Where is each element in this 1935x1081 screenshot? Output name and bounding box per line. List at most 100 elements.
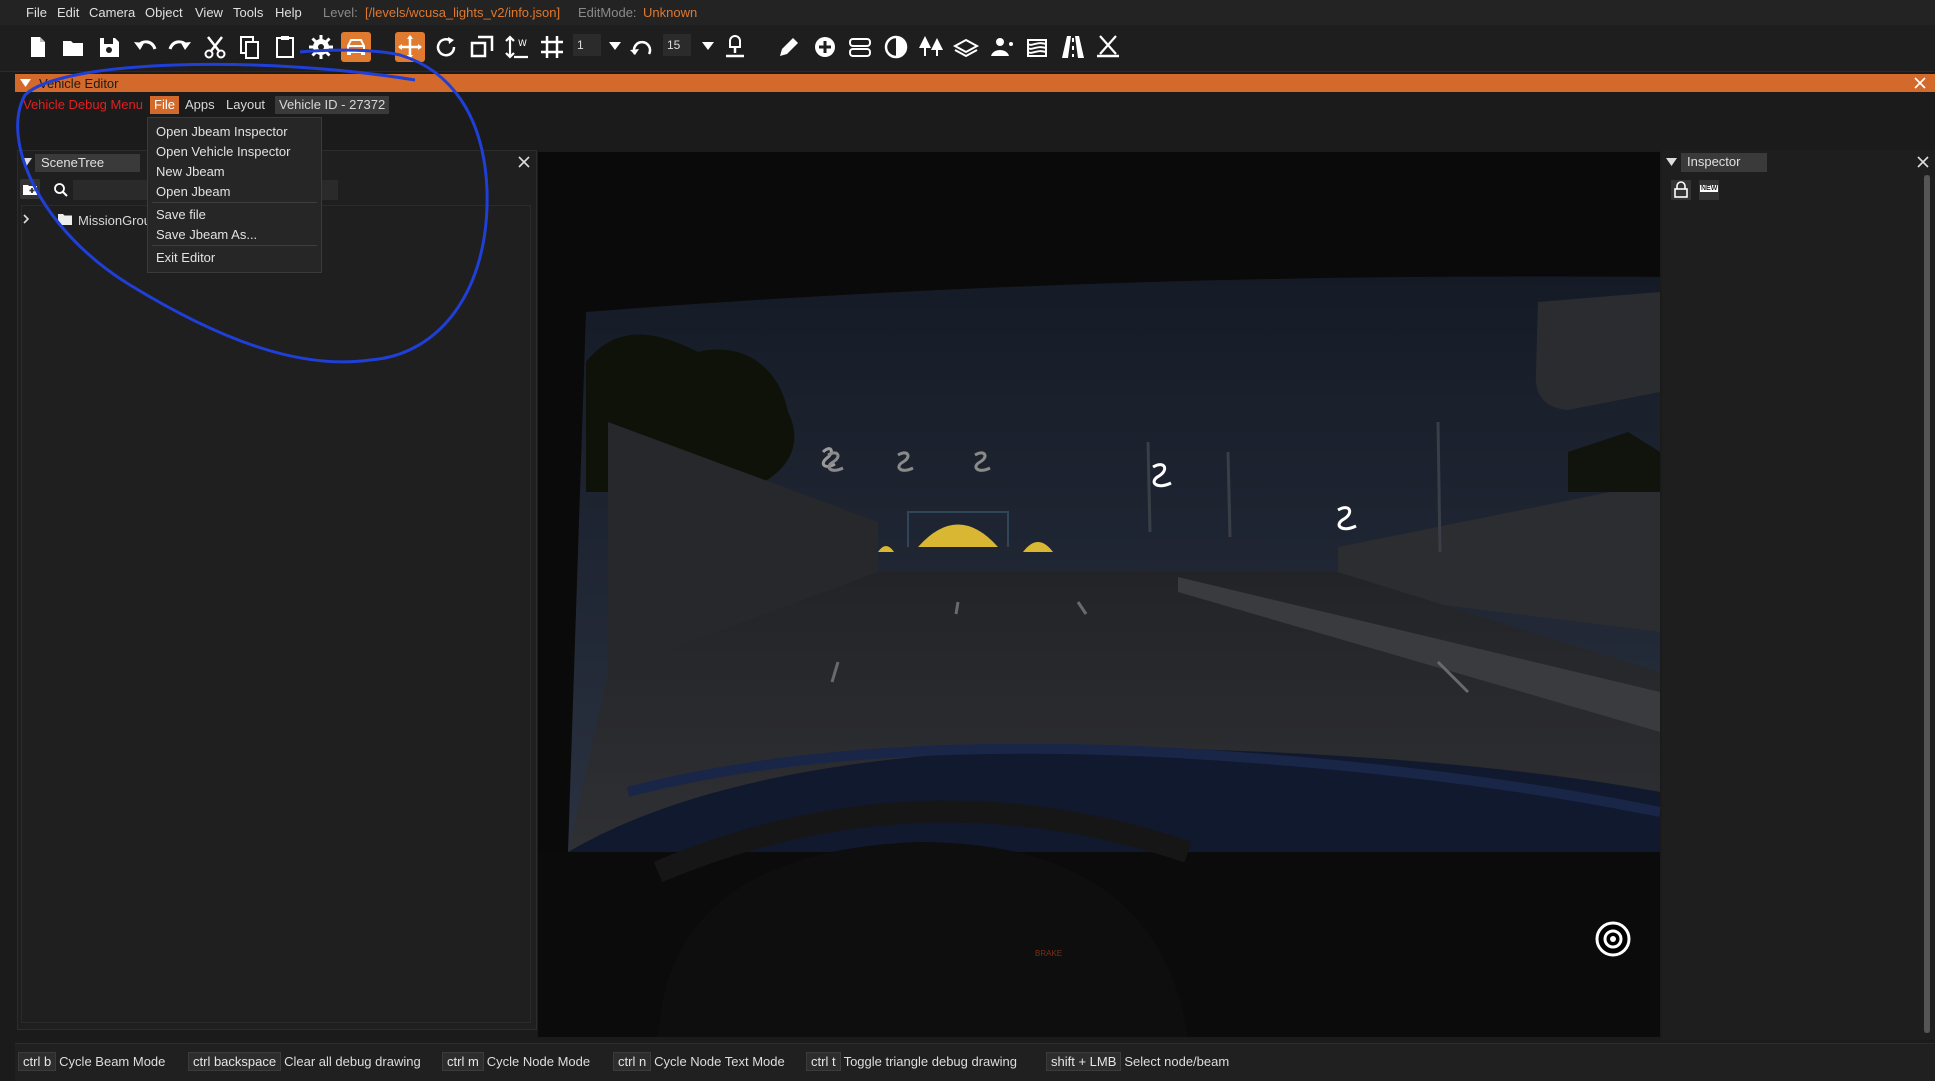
menu-view[interactable]: View	[195, 5, 223, 20]
main-menubar: File Edit Camera Object View Tools Help …	[0, 0, 1935, 25]
shortcut-item: shift + LMB Select node/beam	[1046, 1052, 1229, 1071]
close-icon[interactable]	[518, 156, 530, 168]
terrain-snap-icon[interactable]	[720, 32, 750, 62]
mesh-road-icon[interactable]	[1093, 32, 1123, 62]
lock-button[interactable]	[1671, 180, 1691, 200]
vehicle-editor-menubar: Vehicle Debug Menu File Apps Layout Vehi…	[15, 94, 1935, 114]
add-folder-icon	[23, 185, 37, 195]
world-align-icon[interactable]: W	[502, 32, 532, 62]
scenetree-tab[interactable]: SceneTree	[35, 154, 140, 172]
level-path: [/levels/wcusa_lights_v2/info.json]	[365, 5, 561, 20]
save-icon[interactable]	[94, 32, 124, 62]
grid-snap-icon[interactable]	[537, 32, 567, 62]
svg-text:W: W	[518, 39, 527, 49]
level-label: Level:	[323, 5, 358, 20]
menu-item-open-vehicle-inspector[interactable]: Open Vehicle Inspector	[156, 144, 290, 159]
shortcut-item: ctrl t Toggle triangle debug drawing	[806, 1052, 1018, 1071]
ve-menu-layout[interactable]: Layout	[226, 96, 265, 114]
open-folder-icon[interactable]	[58, 32, 88, 62]
new-inspector-button[interactable]: NEW	[1699, 180, 1719, 200]
vehicle-editor-titlebar: Vehicle Editor	[15, 74, 1935, 92]
collapse-triangle-icon[interactable]	[21, 157, 32, 167]
menu-camera[interactable]: Camera	[89, 5, 135, 20]
menu-item-save-jbeam-as[interactable]: Save Jbeam As...	[156, 227, 257, 242]
shortcut-key: ctrl m	[442, 1052, 484, 1071]
shortcut-desc: Cycle Beam Mode	[59, 1054, 166, 1069]
cut-icon[interactable]	[200, 32, 230, 62]
menu-item-save-file[interactable]: Save file	[156, 207, 206, 222]
close-icon[interactable]	[1917, 156, 1929, 168]
copy-icon[interactable]	[235, 32, 265, 62]
move-gizmo-icon[interactable]	[395, 32, 425, 62]
shortcut-item: ctrl m Cycle Node Mode	[442, 1052, 591, 1071]
paste-icon[interactable]	[270, 32, 300, 62]
inspector-scrollbar[interactable]	[1924, 175, 1930, 1033]
menu-edit[interactable]: Edit	[57, 5, 79, 20]
close-icon[interactable]	[1914, 77, 1926, 89]
shortcut-key: shift + LMB	[1046, 1052, 1122, 1071]
shortcut-item: ctrl n Cycle Node Text Mode	[613, 1052, 785, 1071]
inspector-panel: Inspector NEW	[1662, 150, 1935, 1040]
add-folder-button[interactable]	[20, 179, 40, 199]
decal-icon[interactable]	[951, 32, 981, 62]
grid-size-field[interactable]: 1	[573, 34, 601, 56]
shortcut-desc: Cycle Node Mode	[486, 1054, 591, 1069]
editmode-label: EditMode:	[578, 5, 637, 20]
pencil-icon[interactable]	[774, 32, 804, 62]
ve-menu-file[interactable]: File	[150, 96, 179, 114]
menu-file[interactable]: File	[26, 5, 47, 20]
editmode-value: Unknown	[643, 5, 698, 20]
shortcut-key: ctrl b	[18, 1052, 57, 1071]
shortcut-desc: Cycle Node Text Mode	[654, 1054, 785, 1069]
menu-item-new-jbeam[interactable]: New Jbeam	[156, 164, 225, 179]
viewport-scene	[538, 152, 1660, 1037]
vehicle-id-label: Vehicle ID - 27372	[275, 96, 390, 114]
menu-item-open-jbeam[interactable]: Open Jbeam	[156, 184, 230, 199]
menu-tools[interactable]: Tools	[233, 5, 263, 20]
road-spline-icon[interactable]	[845, 32, 875, 62]
vehicle-editor-icon[interactable]	[341, 32, 371, 62]
collapse-triangle-icon[interactable]	[1666, 157, 1677, 167]
road-icon[interactable]	[1058, 32, 1088, 62]
file-dropdown-menu: Open Jbeam Inspector Open Vehicle Inspec…	[147, 117, 322, 273]
menu-separator	[152, 245, 317, 246]
redo-icon[interactable]	[165, 32, 195, 62]
menu-item-exit-editor[interactable]: Exit Editor	[156, 250, 215, 265]
menu-separator	[152, 202, 317, 203]
ve-menu-apps[interactable]: Apps	[185, 96, 215, 114]
menu-help[interactable]: Help	[275, 5, 302, 20]
rotate-snap-icon[interactable]	[627, 32, 657, 62]
chevron-down-icon[interactable]	[693, 32, 714, 62]
river-icon[interactable]	[1022, 32, 1052, 62]
forest-icon[interactable]	[916, 32, 946, 62]
add-object-icon[interactable]	[810, 32, 840, 62]
shortcut-bar: ctrl b Cycle Beam Mode ctrl backspace Clea…	[15, 1043, 1935, 1081]
shortcut-item: ctrl backspace Clear all debug drawing	[188, 1052, 421, 1071]
scale-gizmo-icon[interactable]	[467, 32, 497, 62]
sculpt-icon[interactable]	[987, 32, 1017, 62]
undo-icon[interactable]	[130, 32, 160, 62]
scenetree-panel: SceneTree MissionGrou	[17, 150, 537, 1030]
menu-object[interactable]: Object	[145, 5, 183, 20]
collapse-triangle-icon[interactable]	[20, 78, 31, 88]
inspector-tab[interactable]: Inspector	[1681, 153, 1767, 172]
scenetree-list	[21, 205, 531, 1023]
camera-target-icon	[1595, 921, 1631, 957]
shortcut-item: ctrl b Cycle Beam Mode	[18, 1052, 166, 1071]
terrain-paint-icon[interactable]	[881, 32, 911, 62]
3d-viewport[interactable]: BRAKE	[538, 152, 1660, 1037]
shortcut-desc: Clear all debug drawing	[284, 1054, 421, 1069]
rotate-snap-field[interactable]: 15	[663, 34, 691, 56]
vehicle-debug-menu[interactable]: Vehicle Debug Menu	[23, 96, 143, 114]
new-file-icon[interactable]	[22, 32, 52, 62]
shortcut-key: ctrl t	[806, 1052, 841, 1071]
lock-icon	[1674, 181, 1688, 198]
rotate-gizmo-icon[interactable]	[431, 32, 461, 62]
dash-brake-label: BRAKE	[1035, 949, 1063, 958]
chevron-down-icon[interactable]	[600, 32, 621, 62]
menu-item-open-jbeam-inspector[interactable]: Open Jbeam Inspector	[156, 124, 288, 139]
search-icon	[54, 183, 68, 197]
shortcut-desc: Toggle triangle debug drawing	[843, 1054, 1018, 1069]
new-icon-label: NEW	[1700, 185, 1719, 192]
gear-icon[interactable]	[306, 32, 336, 62]
